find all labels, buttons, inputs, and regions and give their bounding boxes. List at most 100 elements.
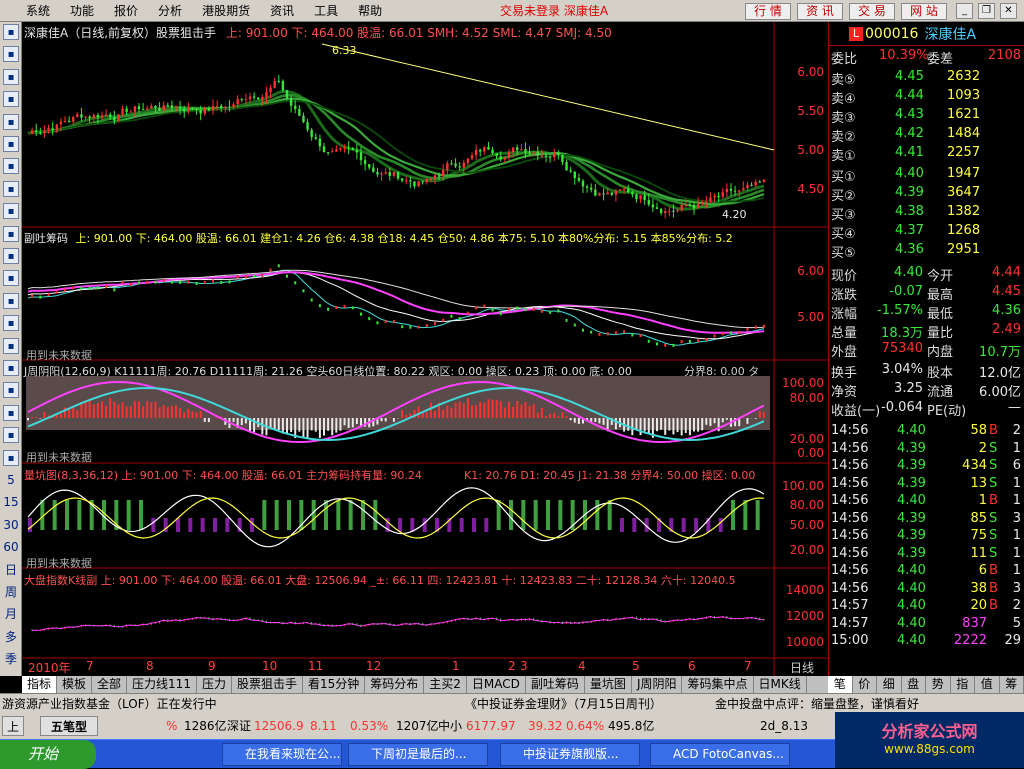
- up-icon[interactable]: ▪: [3, 382, 19, 398]
- down-icon[interactable]: ▪: [3, 405, 19, 421]
- minimize-icon[interactable]: _: [956, 3, 973, 19]
- indicator-tab[interactable]: 主买2: [424, 676, 467, 693]
- chart-icon[interactable]: ▪: [3, 315, 19, 331]
- indicator-tab[interactable]: 日MACD: [467, 676, 526, 693]
- book-label: 买④: [831, 223, 856, 242]
- side-tab[interactable]: 盘: [902, 676, 927, 693]
- grid-icon[interactable]: ▪: [3, 24, 19, 40]
- task-item[interactable]: 中投证券旗舰版...: [500, 743, 640, 766]
- indicator-tab[interactable]: J周阴阳: [632, 676, 683, 693]
- menu-hk-futures[interactable]: 港股期货: [192, 0, 260, 22]
- news-button[interactable]: 资 讯: [797, 3, 843, 20]
- ticker-right[interactable]: 金中投盘中点评：缩量盘整，谨慎看好: [715, 694, 919, 714]
- rsi-icon[interactable]: ▪: [3, 338, 19, 354]
- menu-help[interactable]: 帮助: [348, 0, 392, 22]
- close-icon[interactable]: ✕: [1000, 3, 1017, 19]
- side-tab[interactable]: 笔: [828, 676, 853, 693]
- period-button[interactable]: 5: [3, 472, 19, 488]
- candle-mini: [253, 274, 255, 277]
- indicator-tab[interactable]: 副吐筹码: [526, 676, 585, 693]
- zoom-icon[interactable]: ▪: [3, 293, 19, 309]
- info2-icon[interactable]: ▪: [3, 226, 19, 242]
- f10-icon[interactable]: ▪: [3, 158, 19, 174]
- indicator-tab[interactable]: 筹码集中点: [682, 676, 753, 693]
- trade-button[interactable]: 交 易: [849, 3, 895, 20]
- side-tab[interactable]: 筹: [1000, 676, 1024, 693]
- period-button[interactable]: 季: [3, 651, 19, 667]
- weibi-value: 10.39%: [879, 48, 929, 63]
- tick-price: 4.39: [897, 546, 926, 561]
- quote-button[interactable]: 行 情: [745, 3, 791, 20]
- indicator-tab[interactable]: 指标: [22, 676, 57, 693]
- up-toggle-button[interactable]: 上: [2, 716, 24, 736]
- buy-icon[interactable]: ▪: [3, 360, 19, 376]
- stat-label: 涨跌: [831, 284, 857, 303]
- period-button[interactable]: 15: [3, 494, 19, 510]
- tick-row: 14:564.3975S1: [831, 528, 1023, 546]
- side-tab[interactable]: 价: [853, 676, 878, 693]
- tick-row: 14:574.4020B2: [831, 598, 1023, 616]
- menu-quote[interactable]: 报价: [104, 0, 148, 22]
- candle-mini: [640, 334, 642, 337]
- task-item[interactable]: 在我看来现在公...: [222, 743, 342, 766]
- stat-label: 涨幅: [831, 303, 857, 322]
- pen-icon[interactable]: ▪: [3, 427, 19, 443]
- period-button[interactable]: 60: [3, 539, 19, 555]
- ticker-left[interactable]: 游资源产业指数基金（LOF）正在发行中: [2, 694, 217, 714]
- period-button[interactable]: 30: [3, 517, 19, 533]
- menu-analysis[interactable]: 分析: [148, 0, 192, 22]
- indicator-tab[interactable]: 压力线111: [127, 676, 197, 693]
- menu-info[interactable]: 资讯: [260, 0, 304, 22]
- info-icon[interactable]: ▪: [3, 181, 19, 197]
- candle-body: [175, 107, 177, 108]
- fiz-icon[interactable]: ▪: [3, 270, 19, 286]
- f5-icon[interactable]: ▪: [3, 450, 19, 466]
- candle-body: [759, 182, 761, 183]
- period-button[interactable]: 周: [3, 584, 19, 600]
- indicator-tab[interactable]: 筹码分布: [365, 676, 424, 693]
- line-icon[interactable]: ▪: [3, 69, 19, 85]
- report-icon[interactable]: ▪: [3, 114, 19, 130]
- data-icon[interactable]: ▪: [3, 203, 19, 219]
- side-tab[interactable]: 势: [926, 676, 951, 693]
- pane3-note: 用到未来数据: [26, 449, 92, 465]
- candle-body: [212, 106, 214, 111]
- candle-mini: [319, 304, 321, 307]
- indicator-tab[interactable]: 股票狙击手: [232, 676, 303, 693]
- indicator-tab[interactable]: 模板: [57, 676, 92, 693]
- restore-icon[interactable]: ❐: [978, 3, 995, 19]
- stat-row: 换手3.04%股本12.0亿: [831, 362, 1023, 380]
- ticker-mid[interactable]: 《中投证券金理财》（7月15日周刊）: [465, 694, 662, 714]
- period-button[interactable]: 多: [3, 629, 19, 645]
- menu-system[interactable]: 系统: [0, 0, 60, 22]
- start-button[interactable]: 开始: [0, 740, 96, 769]
- side-tab[interactable]: 细: [877, 676, 902, 693]
- task-item[interactable]: 下周初是最后的...: [348, 743, 488, 766]
- website-button[interactable]: 网 站: [901, 3, 947, 20]
- indicator-tab[interactable]: 压力: [197, 676, 232, 693]
- candle-body: [302, 116, 304, 122]
- candle-mini: [566, 319, 568, 322]
- period-button[interactable]: 日: [3, 562, 19, 578]
- candle-mini: [327, 308, 329, 311]
- candle-body: [578, 178, 580, 181]
- candle-mini: [467, 312, 469, 315]
- input-method-button[interactable]: 五笔型: [40, 716, 98, 736]
- f10b-icon[interactable]: ▪: [3, 248, 19, 264]
- bid-row: 买①4.401947: [831, 166, 1023, 184]
- menu-function[interactable]: 功能: [60, 0, 104, 22]
- x-tick-label: 11: [308, 659, 323, 673]
- side-tab[interactable]: 指: [951, 676, 976, 693]
- list-icon[interactable]: ▪: [3, 46, 19, 62]
- indicator-tab[interactable]: 全部: [92, 676, 127, 693]
- chart-area[interactable]: 深康佳A（日线,前复权）股票狙击手 上: 901.00 下: 464.00 股温…: [22, 22, 828, 676]
- indicator-tab[interactable]: 日MK线: [754, 676, 807, 693]
- period-button[interactable]: 月: [3, 606, 19, 622]
- indicator-tab[interactable]: 看15分钟: [303, 676, 365, 693]
- indicator-tab[interactable]: 量坑图: [585, 676, 632, 693]
- task-item[interactable]: ACD FotoCanvas...: [650, 743, 790, 766]
- side-tab[interactable]: 值: [975, 676, 1000, 693]
- menu-tools[interactable]: 工具: [304, 0, 348, 22]
- bars-icon[interactable]: ▪: [3, 91, 19, 107]
- news-icon[interactable]: ▪: [3, 136, 19, 152]
